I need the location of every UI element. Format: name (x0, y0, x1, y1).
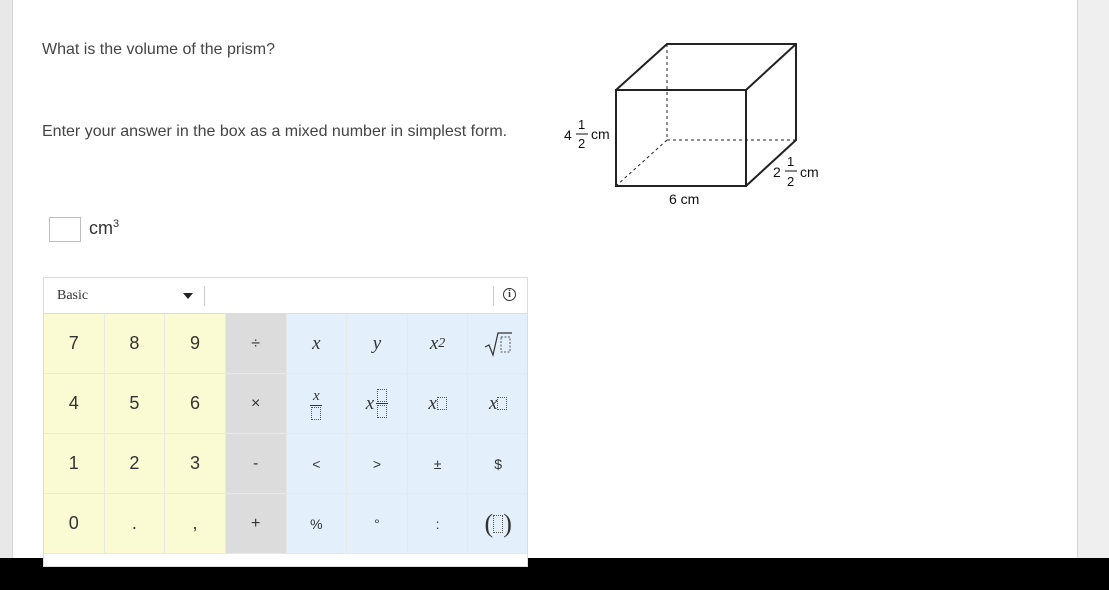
depth-unit: cm (800, 164, 819, 180)
height-whole: 4 (564, 127, 572, 143)
keypad-mode-select[interactable]: Basic (57, 288, 88, 304)
placeholder-icon (436, 397, 447, 410)
key-3[interactable]: 3 (165, 434, 226, 494)
key-x-squared[interactable]: x2 (407, 314, 469, 374)
keypad-grid: 7 8 9 ÷ x y x2 4 5 6 × x x x x 1 2 3 - <… (44, 314, 527, 554)
key-2[interactable]: 2 (104, 434, 166, 494)
key-comma[interactable]: , (165, 494, 226, 554)
fraction-top: x (312, 387, 320, 404)
height-unit: cm (591, 126, 610, 142)
question-prompt: What is the volume of the prism? (42, 41, 275, 58)
key-plus-minus[interactable]: ± (407, 434, 469, 494)
prism-top-right-edges (615, 43, 797, 187)
placeholder-icon (497, 397, 508, 410)
key-percent[interactable]: % (286, 494, 348, 554)
prism-front-face (615, 89, 747, 187)
header-divider (204, 286, 205, 306)
height-numerator: 1 (578, 117, 585, 132)
key-6[interactable]: 6 (165, 374, 226, 434)
key-0[interactable]: 0 (44, 494, 105, 554)
key-4[interactable]: 4 (44, 374, 105, 434)
question-instruction: Enter your answer in the box as a mixed … (42, 123, 508, 140)
x2-exponent: 2 (438, 335, 446, 351)
key-square-root[interactable] (468, 314, 527, 374)
key-plus[interactable]: + (225, 494, 287, 554)
key-times[interactable]: × (225, 374, 287, 434)
placeholder-icon (377, 389, 388, 402)
info-icon[interactable]: i (503, 288, 516, 301)
key-y[interactable]: y (347, 314, 408, 374)
key-9[interactable]: 9 (165, 314, 226, 374)
placeholder-icon (377, 405, 388, 418)
key-colon[interactable]: : (407, 494, 469, 554)
key-greater-than[interactable]: > (347, 434, 408, 494)
left-gutter (0, 0, 12, 558)
key-parentheses[interactable]: () (468, 494, 527, 554)
prism-top-edge (745, 43, 797, 91)
depth-whole: 2 (773, 164, 781, 180)
key-7[interactable]: 7 (44, 314, 105, 374)
height-denominator: 2 (578, 136, 585, 151)
right-gutter (1078, 0, 1109, 558)
mixed-whole: x (365, 392, 375, 414)
placeholder-icon (311, 406, 322, 420)
key-mixed-number[interactable]: x (347, 374, 408, 434)
key-degree[interactable]: ° (347, 494, 408, 554)
prism-figure: 4 1 2 cm 6 cm 2 1 2 cm (564, 43, 819, 207)
depth-numerator: 1 (787, 154, 794, 169)
key-8[interactable]: 8 (104, 314, 166, 374)
x2-base: x (429, 332, 439, 354)
subscript-base: x (488, 392, 498, 414)
header-divider (493, 286, 494, 306)
unit-base: cm (89, 218, 113, 238)
key-dollar[interactable]: $ (468, 434, 527, 494)
key-power[interactable]: x (407, 374, 469, 434)
key-5[interactable]: 5 (104, 374, 166, 434)
answer-input[interactable] (49, 217, 81, 242)
keypad-header: Basic i (44, 278, 527, 314)
key-divide[interactable]: ÷ (225, 314, 287, 374)
power-base: x (428, 392, 437, 414)
key-fraction[interactable]: x (286, 374, 348, 434)
depth-denominator: 2 (787, 174, 794, 189)
paren-right: ) (503, 508, 512, 538)
square-root-icon (484, 331, 513, 357)
key-1[interactable]: 1 (44, 434, 105, 494)
equation-keypad: Basic i 7 8 9 ÷ x y x2 4 5 6 × x x x x 1… (43, 277, 528, 567)
paren-left: ( (484, 508, 494, 538)
unit-exponent: 3 (113, 218, 120, 230)
key-decimal[interactable]: . (104, 494, 166, 554)
key-x[interactable]: x (286, 314, 348, 374)
width-label: 6 cm (669, 191, 699, 207)
key-less-than[interactable]: < (286, 434, 348, 494)
key-minus[interactable]: - (225, 434, 287, 494)
placeholder-icon (493, 514, 504, 533)
caret-down-icon[interactable] (183, 293, 193, 299)
answer-unit: cm3 (89, 218, 119, 239)
prism-hidden-diagonal (615, 139, 668, 187)
key-subscript[interactable]: x (468, 374, 527, 434)
